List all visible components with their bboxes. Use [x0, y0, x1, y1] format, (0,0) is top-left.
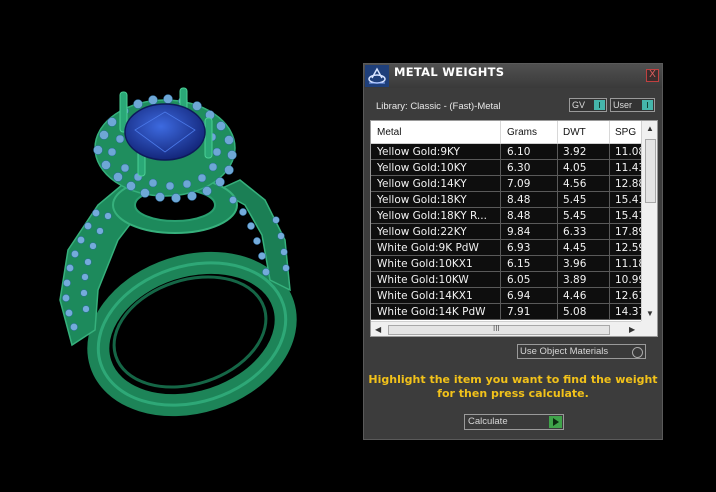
instruction-text: Highlight the item you want to find the …	[368, 373, 658, 400]
panel-title: METAL WEIGHTS	[394, 65, 505, 79]
dwt-cell: 6.33	[563, 226, 587, 238]
column-header-dwt[interactable]: DWT	[563, 127, 586, 138]
scroll-left-icon[interactable]: ◀	[375, 325, 381, 334]
dwt-cell: 4.46	[563, 290, 587, 302]
grams-cell: 9.84	[507, 226, 531, 238]
scroll-down-icon[interactable]: ▼	[646, 309, 654, 318]
vertical-scrollbar[interactable]: ▲ ▼	[641, 121, 657, 321]
column-header-metal[interactable]: Metal	[377, 127, 401, 138]
table-row[interactable]: Yellow Gold:22KY 9.84 6.33 17.89	[371, 224, 645, 240]
metal-cell: Yellow Gold:18KY R...	[377, 210, 487, 222]
vertical-scroll-thumb[interactable]	[645, 139, 656, 203]
table-row[interactable]: Yellow Gold:10KY 6.30 4.05 11.43	[371, 160, 645, 176]
dwt-cell: 5.08	[563, 306, 587, 318]
grams-cell: 6.93	[507, 242, 531, 254]
scroll-corner	[641, 321, 657, 336]
column-header-grams[interactable]: Grams	[507, 127, 537, 138]
calculate-label: Calculate	[468, 416, 508, 427]
grams-cell: 6.94	[507, 290, 531, 302]
metal-weights-panel: METAL WEIGHTS X Library: Classic - (Fast…	[363, 63, 663, 440]
table-row[interactable]: White Gold:10KX1 6.15 3.96 11.18	[371, 256, 645, 272]
metal-cell: White Gold:14K PdW	[377, 306, 486, 318]
table-row[interactable]: Yellow Gold:18KY 8.48 5.45 15.41	[371, 192, 645, 208]
grams-cell: 7.91	[507, 306, 531, 318]
metal-cell: Yellow Gold:18KY	[377, 194, 467, 206]
metal-cell: Yellow Gold:10KY	[377, 162, 467, 174]
user-toggle-label: User	[613, 100, 633, 110]
play-icon[interactable]	[549, 416, 562, 428]
column-header-spg[interactable]: SPG	[615, 127, 636, 138]
dwt-cell: 4.56	[563, 178, 587, 190]
metal-cell: White Gold:10KW	[377, 274, 469, 286]
user-toggle[interactable]: User	[610, 98, 655, 112]
table-row[interactable]: Yellow Gold:14KY 7.09 4.56 12.88	[371, 176, 645, 192]
dwt-cell: 3.89	[563, 274, 587, 286]
use-object-materials-label: Use Object Materials	[520, 346, 609, 357]
horizontal-scrollbar[interactable]: ◀ III ▶	[371, 321, 641, 336]
ring-model	[59, 87, 297, 417]
close-icon[interactable]: X	[646, 69, 659, 82]
dwt-cell: 5.45	[563, 194, 587, 206]
toggle-knob-icon	[642, 100, 653, 110]
metal-cell: White Gold:9K PdW	[377, 242, 479, 254]
grams-cell: 6.05	[507, 274, 531, 286]
calculate-button[interactable]: Calculate	[464, 414, 564, 430]
gv-toggle-label: GV	[572, 100, 586, 110]
metal-cell: Yellow Gold:22KY	[377, 226, 467, 238]
dwt-cell: 3.96	[563, 258, 587, 270]
table-row[interactable]: Yellow Gold:18KY R... 8.48 5.45 15.41	[371, 208, 645, 224]
toggle-knob-icon	[594, 100, 605, 110]
dwt-cell: 5.45	[563, 210, 587, 222]
radio-icon[interactable]	[632, 347, 643, 358]
use-object-materials-option[interactable]: Use Object Materials	[517, 344, 646, 359]
panel-titlebar[interactable]: METAL WEIGHTS X	[364, 64, 662, 88]
dwt-cell: 4.05	[563, 162, 587, 174]
grams-cell: 6.15	[507, 258, 531, 270]
metal-cell: White Gold:14KX1	[377, 290, 473, 302]
table-row[interactable]: White Gold:9K PdW 6.93 4.45 12.59	[371, 240, 645, 256]
metal-table: Metal Grams DWT SPG Yellow Gold:9KY 6.10 3…	[370, 120, 658, 337]
library-label: Library: Classic - (Fast)-Metal	[376, 101, 501, 112]
table-row[interactable]: White Gold:10KW 6.05 3.89 10.99	[371, 272, 645, 288]
horizontal-scroll-thumb[interactable]: III	[388, 324, 610, 335]
grams-cell: 7.09	[507, 178, 531, 190]
grams-cell: 6.30	[507, 162, 531, 174]
grams-cell: 6.10	[507, 146, 531, 158]
ring-logo-icon	[365, 65, 389, 87]
dwt-cell: 3.92	[563, 146, 587, 158]
table-row[interactable]: White Gold:14KX1 6.94 4.46 12.61	[371, 288, 645, 304]
scroll-grip: III	[493, 324, 500, 333]
gv-toggle[interactable]: GV	[569, 98, 607, 112]
metal-cell: Yellow Gold:14KY	[377, 178, 467, 190]
grams-cell: 8.48	[507, 210, 531, 222]
grams-cell: 8.48	[507, 194, 531, 206]
scroll-up-icon[interactable]: ▲	[646, 124, 654, 133]
metal-cell: Yellow Gold:9KY	[377, 146, 460, 158]
table-row[interactable]: Yellow Gold:9KY 6.10 3.92 11.08	[371, 144, 645, 160]
dwt-cell: 4.45	[563, 242, 587, 254]
metal-cell: White Gold:10KX1	[377, 258, 473, 270]
table-row[interactable]: White Gold:14K PdW 7.91 5.08 14.37	[371, 304, 645, 320]
table-header: Metal Grams DWT SPG	[371, 121, 641, 144]
scroll-right-icon[interactable]: ▶	[629, 325, 635, 334]
